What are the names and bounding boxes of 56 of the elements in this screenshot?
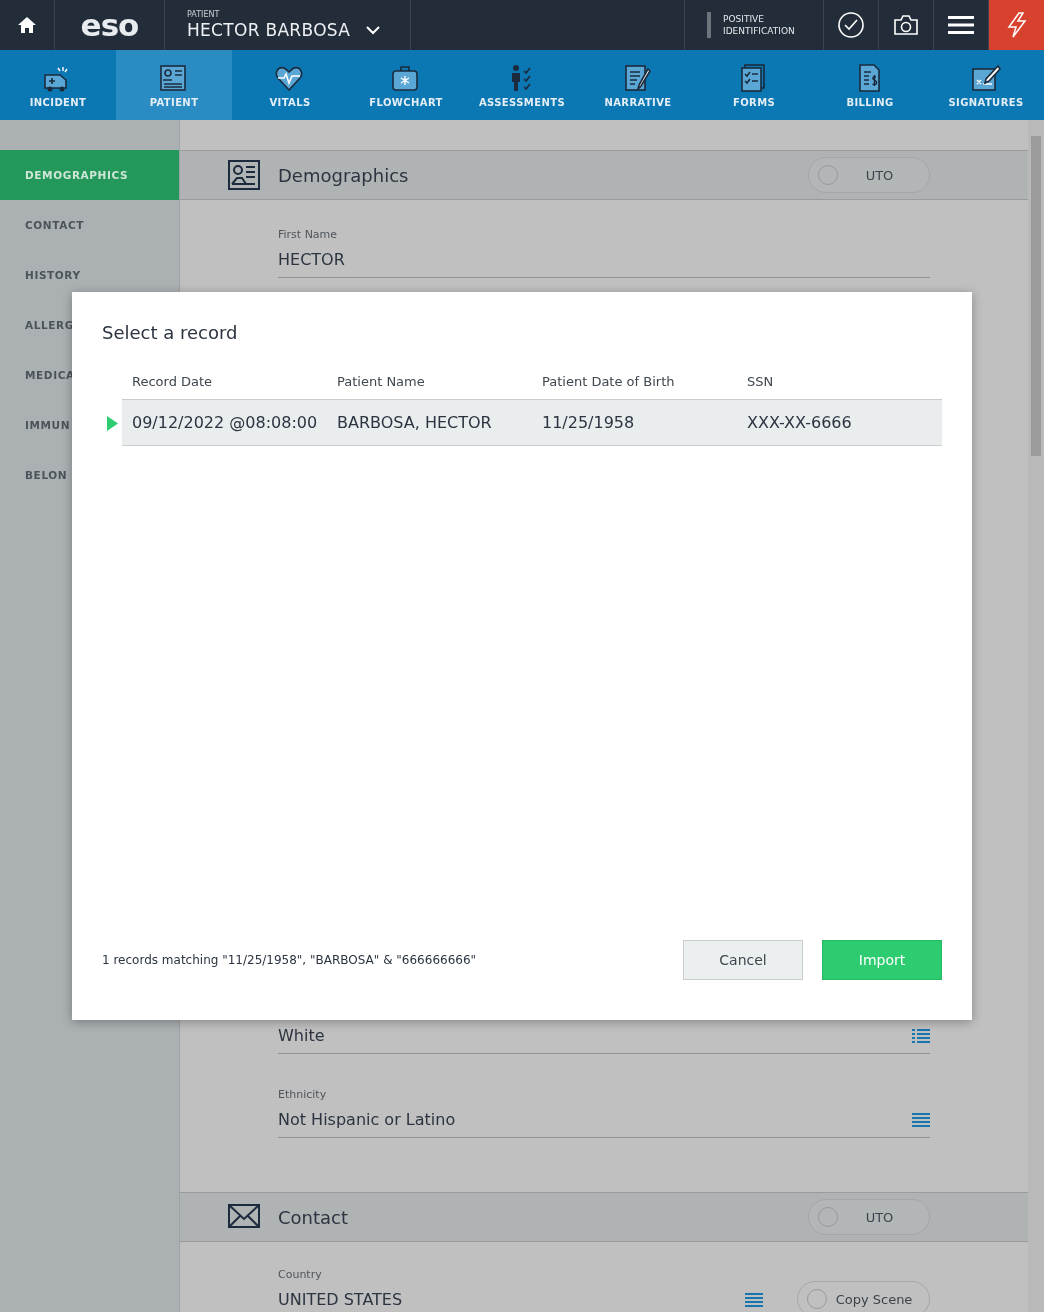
table-cell-text: XXX-XX-6666 — [746, 413, 853, 432]
check-circle-icon[interactable] — [838, 12, 864, 38]
input-field[interactable]: HECTOR — [278, 250, 930, 278]
camera-icon[interactable] — [893, 14, 919, 36]
column-header: Patient Date of Birth — [541, 373, 676, 389]
import-button[interactable]: Import — [822, 940, 942, 980]
signature-pen-icon — [970, 62, 1002, 93]
nav-tab[interactable]: FLOWCHART — [348, 50, 464, 120]
patient-label: PATIENT — [187, 10, 221, 20]
nav-tab[interactable]: BILLING — [812, 50, 928, 120]
toggle-switch[interactable]: UTO — [808, 1199, 930, 1235]
section-title: Contact — [278, 1206, 350, 1228]
nav-tab[interactable]: INCIDENT — [0, 50, 116, 120]
patient-name[interactable]: HECTOR BARBOSA — [187, 20, 351, 40]
list-icon[interactable] — [745, 1293, 763, 1307]
input-field[interactable]: Not Hispanic or Latino — [278, 1110, 930, 1138]
menu-icon[interactable] — [948, 15, 974, 35]
nav-tab[interactable]: PATIENT — [116, 50, 232, 120]
nav-tab[interactable]: ASSESSMENTS — [464, 50, 580, 120]
table-cell-text: 09/12/2022 @08:08:00 — [131, 413, 319, 432]
nav-tab[interactable]: SIGNATURES — [928, 50, 1044, 120]
dialog-title: Select a record — [102, 322, 239, 343]
table-cell-text: 11/25/1958 — [541, 413, 636, 432]
column-header: SSN — [746, 373, 775, 389]
nav-tab[interactable]: FORMS — [696, 50, 812, 120]
table-cell-text: BARBOSA, HECTOR — [336, 413, 493, 432]
nav-tab[interactable]: NARRATIVE — [580, 50, 696, 120]
input-field[interactable]: UNITED STATES — [278, 1290, 763, 1312]
field-label: Ethnicity — [278, 1088, 328, 1102]
scrollbar-thumb[interactable] — [1031, 136, 1041, 456]
lightning-icon — [1005, 12, 1028, 38]
alert-button[interactable] — [989, 0, 1044, 50]
table-row[interactable]: 09/12/2022 @08:08:00 BARBOSA, HECTOR 11/25/1958 XXX-XX-6666 — [122, 400, 942, 446]
chevron-down-icon[interactable] — [366, 25, 381, 35]
field-label: First Name — [278, 228, 339, 242]
sidebar-item[interactable]: CONTACT — [0, 200, 179, 250]
toggle-switch[interactable]: Copy Scene — [797, 1281, 930, 1312]
play-arrow-icon — [107, 415, 118, 431]
id-card-icon — [228, 160, 260, 190]
column-header: Patient Name — [336, 373, 426, 389]
column-header: Record Date — [131, 373, 214, 389]
bulleted-list-icon[interactable] — [912, 1029, 930, 1043]
field-label: Country — [278, 1268, 323, 1282]
input-field[interactable]: White — [278, 1026, 930, 1054]
list-icon[interactable] — [912, 1113, 930, 1127]
home-icon[interactable] — [17, 16, 37, 34]
app-logo[interactable]: eso — [80, 9, 139, 41]
match-summary: 1 records matching "11/25/1958", "BARBOSA" & "666666666" — [102, 953, 477, 967]
positive-identification-button[interactable]: POSITIVE IDENTIFICATION — [723, 13, 813, 37]
status-bar-indicator — [707, 12, 711, 38]
sidebar-item[interactable]: DEMOGRAPHICS — [0, 150, 179, 200]
toggle-switch[interactable]: UTO — [808, 157, 930, 193]
cancel-button[interactable]: Cancel — [683, 940, 803, 980]
section-title: Demographics — [278, 164, 410, 186]
document-pencil-icon — [622, 62, 654, 93]
nav-tab[interactable]: VITALS — [232, 50, 348, 120]
